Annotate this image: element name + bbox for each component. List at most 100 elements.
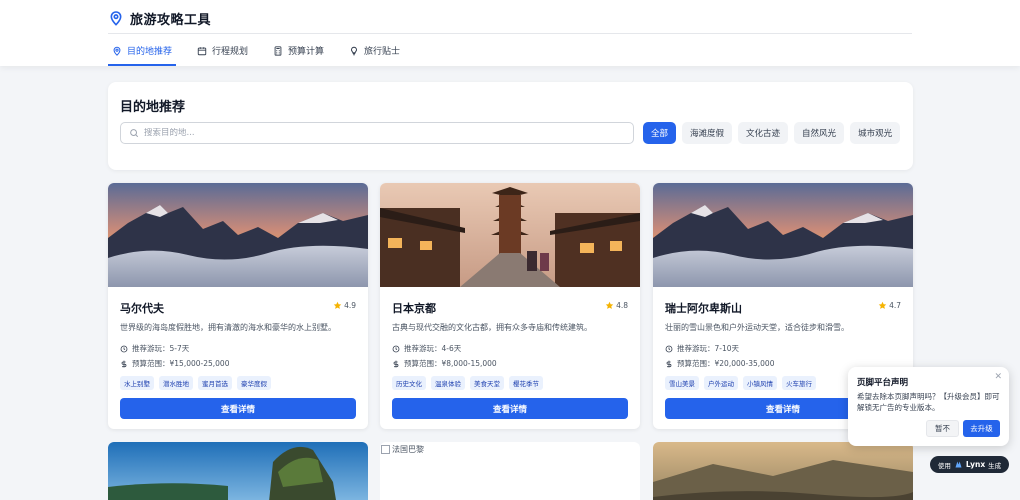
- close-icon[interactable]: ✕: [994, 372, 1002, 382]
- nav-tabs: 目的地推荐 行程规划 预算计算 旅行贴士: [108, 36, 421, 66]
- tab-itinerary[interactable]: 行程规划: [193, 36, 252, 65]
- budget-text: 预算范围：¥20,000-35,000: [677, 359, 775, 368]
- destination-description: 古典与现代交融的文化古都，拥有众多寺庙和传统建筑。: [392, 323, 592, 332]
- tag: 美食天堂: [470, 376, 504, 390]
- clock-icon: [665, 345, 673, 352]
- budget-text: 预算范围：¥8,000-15,000: [404, 359, 497, 368]
- destination-image: [108, 183, 368, 287]
- duration-row: 推荐游玩：4-6天: [392, 343, 461, 354]
- tag: 小镇风情: [743, 376, 777, 390]
- destination-card: 马尔代夫 4.9 世界级的海岛度假胜地，拥有清澈的海水和豪华的水上别墅。 推荐游…: [108, 183, 368, 429]
- tag-list: 水上别墅 潜水胜地 蜜月首选 豪华度假: [120, 376, 271, 390]
- budget-row: 预算范围：¥15,000-25,000: [120, 358, 229, 369]
- filter-beach-button[interactable]: 海滩度假: [682, 122, 733, 144]
- filter-nature-button[interactable]: 自然风光: [794, 122, 845, 144]
- tab-destinations[interactable]: 目的地推荐: [108, 36, 177, 66]
- tag-list: 历史文化 温泉体验 美食天堂 樱花季节: [392, 376, 543, 390]
- filter-city-button[interactable]: 城市观光: [850, 122, 901, 144]
- destination-name: 马尔代夫: [120, 302, 164, 315]
- tag: 户外运动: [704, 376, 738, 390]
- app-header: 旅游攻略工具 目的地推荐 行程规划 预算计算 旅行贴士: [0, 0, 1020, 66]
- image-alt-text: 法国巴黎: [392, 445, 424, 454]
- duration-row: 推荐游玩：7-10天: [665, 343, 739, 354]
- badge-brand: Lynx: [965, 460, 986, 469]
- tab-budget[interactable]: 预算计算: [269, 36, 328, 65]
- tab-tips[interactable]: 旅行贴士: [345, 36, 404, 65]
- clock-icon: [120, 345, 128, 352]
- map-pin-icon: [110, 11, 122, 26]
- section-title: 目的地推荐: [120, 100, 186, 115]
- view-details-button[interactable]: 查看详情: [120, 398, 356, 419]
- budget-row: 预算范围：¥20,000-35,000: [665, 358, 774, 369]
- upgrade-button[interactable]: 去升级: [963, 420, 1000, 437]
- duration-row: 推荐游玩：5-7天: [120, 343, 189, 354]
- dollar-icon: [666, 360, 672, 367]
- budget-row: 预算范围：¥8,000-15,000: [392, 358, 497, 369]
- rating: 4.7: [878, 301, 901, 310]
- lightbulb-icon: [351, 46, 357, 55]
- tag: 潜水胜地: [159, 376, 193, 390]
- clock-icon: [392, 345, 400, 352]
- filter-culture-button[interactable]: 文化古迹: [738, 122, 789, 144]
- rating-value: 4.7: [889, 301, 901, 310]
- rating-value: 4.8: [616, 301, 628, 310]
- star-icon: [605, 301, 614, 309]
- destination-image: [653, 183, 913, 287]
- popup-title: 页脚平台声明: [857, 378, 909, 388]
- destination-card: [653, 442, 913, 500]
- tag: 豪华度假: [237, 376, 271, 390]
- broken-image: 法国巴黎: [380, 442, 640, 457]
- tab-label: 旅行贴士: [364, 47, 401, 57]
- header-divider: [108, 33, 912, 34]
- lynx-badge[interactable]: 使用 Lynx 生成: [930, 456, 1009, 473]
- destination-image: [108, 442, 368, 500]
- dollar-icon: [393, 360, 399, 367]
- tag: 历史文化: [392, 376, 426, 390]
- rating-value: 4.9: [344, 301, 356, 310]
- rating: 4.9: [333, 301, 356, 310]
- tag: 水上别墅: [120, 376, 154, 390]
- category-filters: 全部 海滩度假 文化古迹 自然风光 城市观光: [643, 122, 901, 144]
- popup-message: 希望去除本页脚声明吗？【升级会员】即可解锁无广告的专业版本。: [857, 392, 1000, 412]
- duration-text: 推荐游玩：7-10天: [677, 344, 740, 353]
- destination-card: [108, 442, 368, 500]
- duration-text: 推荐游玩：5-7天: [132, 344, 190, 353]
- calendar-icon: [197, 46, 207, 55]
- destination-name: 瑞士阿尔卑斯山: [665, 302, 742, 315]
- broken-image-icon: [381, 445, 390, 454]
- destination-image: [380, 183, 640, 287]
- tag: 雪山美景: [665, 376, 699, 390]
- rating: 4.8: [605, 301, 628, 310]
- tab-label: 预算计算: [288, 47, 325, 57]
- map-pin-icon: [113, 46, 121, 56]
- search-icon: [130, 129, 139, 138]
- destination-card: 法国巴黎: [380, 442, 640, 500]
- badge-prefix: 使用: [937, 461, 951, 470]
- app-title: 旅游攻略工具: [130, 12, 212, 28]
- star-icon: [878, 301, 887, 309]
- tag: 蜜月首选: [198, 376, 232, 390]
- destination-name: 日本京都: [392, 302, 436, 315]
- dollar-icon: [121, 360, 127, 367]
- duration-text: 推荐游玩：4-6天: [404, 344, 462, 353]
- destination-description: 世界级的海岛度假胜地，拥有清澈的海水和豪华的水上别墅。: [120, 323, 336, 332]
- dismiss-button[interactable]: 暂不: [926, 420, 959, 437]
- lynx-logo-icon: [955, 461, 962, 468]
- tag: 樱花季节: [509, 376, 543, 390]
- tab-label: 行程规划: [212, 47, 249, 57]
- search-field[interactable]: [120, 122, 634, 144]
- tag: 温泉体验: [431, 376, 465, 390]
- destination-card: 日本京都 4.8 古典与现代交融的文化古都，拥有众多寺庙和传统建筑。 推荐游玩：…: [380, 183, 640, 429]
- search-input[interactable]: [144, 128, 624, 138]
- tag-list: 雪山美景 户外运动 小镇风情 火车旅行: [665, 376, 816, 390]
- badge-suffix: 生成: [988, 461, 1002, 470]
- budget-text: 预算范围：¥15,000-25,000: [132, 359, 230, 368]
- view-details-button[interactable]: 查看详情: [392, 398, 628, 419]
- tab-label: 目的地推荐: [127, 47, 173, 57]
- calculator-icon: [274, 45, 282, 56]
- search-panel: 目的地推荐 全部 海滩度假 文化古迹 自然风光 城市观光: [108, 82, 913, 170]
- destination-description: 壮丽的雪山景色和户外运动天堂，适合徒步和滑雪。: [665, 323, 849, 332]
- brand: 旅游攻略工具: [108, 8, 211, 28]
- destination-image: [653, 442, 913, 500]
- filter-all-button[interactable]: 全部: [643, 122, 677, 144]
